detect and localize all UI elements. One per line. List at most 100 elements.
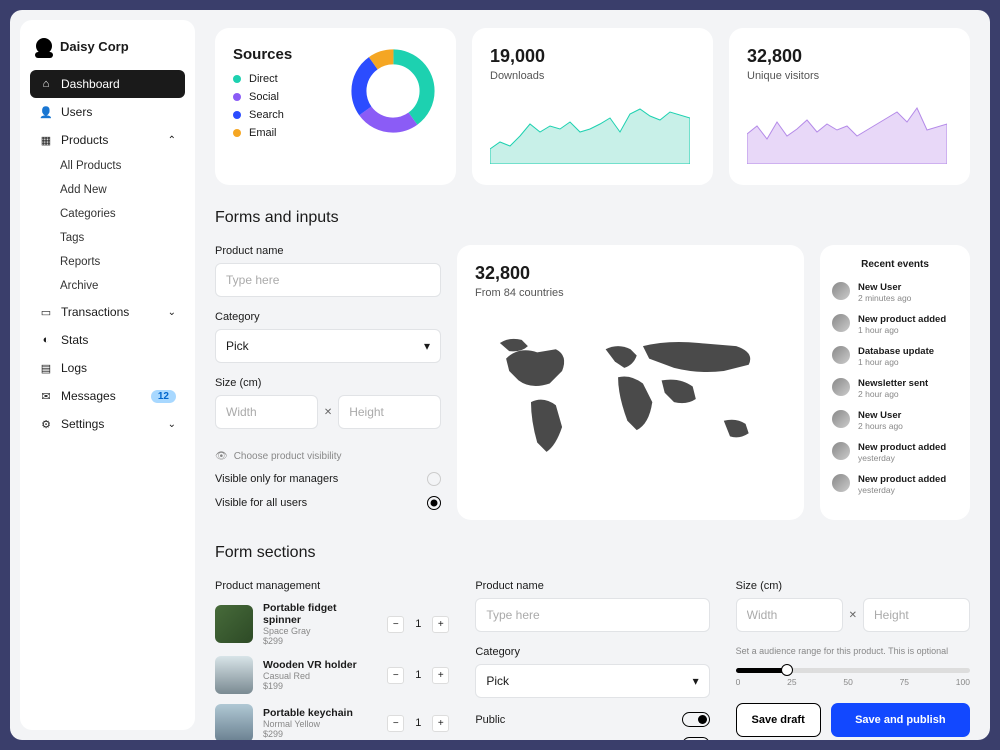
visibility-all-label: Visible for all users	[215, 497, 307, 509]
event-name: New product added	[858, 314, 958, 325]
visibility-managers-radio[interactable]	[427, 472, 441, 486]
product-management-label: Product management	[215, 580, 449, 592]
category-select-2[interactable]: Pick▾	[475, 664, 709, 698]
size-label-2: Size (cm)	[736, 580, 970, 592]
event-item[interactable]: New product added1 hour ago	[832, 314, 958, 335]
save-draft-button[interactable]: Save draft	[736, 703, 821, 737]
product-name-label-2: Product name	[475, 580, 709, 592]
qty-increment[interactable]: +	[432, 667, 449, 684]
sidebar-item-stats[interactable]: ◐ Stats	[30, 326, 185, 354]
qty-increment[interactable]: +	[432, 715, 449, 732]
qty-decrement[interactable]: −	[387, 667, 404, 684]
event-time: 1 hour ago	[858, 357, 958, 367]
product-name-label: Product name	[215, 245, 441, 257]
avatar	[832, 314, 850, 332]
brand-name: Daisy Corp	[60, 39, 129, 54]
product-name-input[interactable]	[215, 263, 441, 297]
legend-search: Search	[233, 109, 332, 121]
visibility-managers-label: Visible only for managers	[215, 473, 338, 485]
featured-toggle[interactable]	[682, 737, 710, 740]
event-time: 2 hours ago	[858, 421, 958, 431]
downloads-card: 19,000 Downloads	[472, 28, 713, 185]
form-column-2: Product name Category Pick▾ Public Featu…	[475, 580, 709, 740]
event-item[interactable]: New User2 hours ago	[832, 410, 958, 431]
product-name: Wooden VR holder	[263, 659, 377, 671]
qty-decrement[interactable]: −	[387, 715, 404, 732]
product-row: Portable keychainNormal Yellow$299−1+	[215, 704, 449, 740]
event-item[interactable]: New product addedyesterday	[832, 442, 958, 463]
messages-badge: 12	[151, 390, 176, 403]
map-label: From 84 countries	[475, 287, 786, 299]
visitors-label: Unique visitors	[747, 70, 952, 82]
visibility-all-radio[interactable]	[427, 496, 441, 510]
downloads-value: 19,000	[490, 46, 695, 67]
product-name: Portable fidget spinner	[263, 602, 377, 626]
sliders-icon: ⚙	[39, 417, 53, 431]
visitors-value: 32,800	[747, 46, 952, 67]
form-column-3: Size (cm) ✕ Set a audience range for thi…	[736, 580, 970, 740]
sidebar-sub-archive[interactable]: Archive	[30, 274, 185, 298]
publish-button[interactable]: Save and publish	[831, 703, 970, 737]
map-value: 32,800	[475, 263, 786, 284]
eye-icon: 👁	[215, 451, 228, 462]
product-image	[215, 605, 253, 643]
sidebar-item-messages[interactable]: ✉ Messages 12	[30, 382, 185, 410]
sidebar-sub-reports[interactable]: Reports	[30, 250, 185, 274]
height-input-2[interactable]	[863, 598, 970, 632]
chevron-down-icon: ⌄	[168, 307, 176, 318]
map-card: 32,800 From 84 countries	[457, 245, 804, 520]
sidebar-item-users[interactable]: 👤 Users	[30, 98, 185, 126]
qty-value: 1	[408, 618, 428, 630]
main-content: Sources Direct Social Search Email 19,00…	[195, 10, 990, 740]
product-price: $199	[263, 681, 377, 691]
events-title: Recent events	[832, 259, 958, 270]
event-item[interactable]: Database update1 hour ago	[832, 346, 958, 367]
width-input-2[interactable]	[736, 598, 843, 632]
sidebar-sub-add-new[interactable]: Add New	[30, 178, 185, 202]
event-item[interactable]: New product addedyesterday	[832, 474, 958, 495]
audience-slider[interactable]	[736, 668, 970, 673]
sidebar-item-settings[interactable]: ⚙ Settings ⌄	[30, 410, 185, 438]
legend-direct: Direct	[233, 73, 332, 85]
sidebar-item-logs[interactable]: ▤ Logs	[30, 354, 185, 382]
logo: Daisy Corp	[30, 34, 185, 58]
sidebar-item-transactions[interactable]: ▭ Transactions ⌄	[30, 298, 185, 326]
product-name: Portable keychain	[263, 707, 377, 719]
sidebar-item-dashboard[interactable]: ⌂ Dashboard	[30, 70, 185, 98]
avatar	[832, 410, 850, 428]
category-select[interactable]: Pick▾	[215, 329, 441, 363]
avatar	[832, 474, 850, 492]
form-sections-title: Form sections	[215, 544, 970, 562]
file-icon: ▤	[39, 361, 53, 375]
event-item[interactable]: Newsletter sent2 hour ago	[832, 378, 958, 399]
avatar	[832, 346, 850, 364]
sidebar-sub-categories[interactable]: Categories	[30, 202, 185, 226]
qty-increment[interactable]: +	[432, 616, 449, 633]
event-item[interactable]: New User2 minutes ago	[832, 282, 958, 303]
height-input[interactable]	[338, 395, 441, 429]
home-icon: ⌂	[39, 77, 53, 91]
legend-email: Email	[233, 127, 332, 139]
product-color: Casual Red	[263, 671, 377, 681]
grid-icon: ▦	[39, 133, 53, 147]
card-icon: ▭	[39, 305, 53, 319]
qty-value: 1	[408, 669, 428, 681]
event-time: yesterday	[858, 485, 958, 495]
width-input[interactable]	[215, 395, 318, 429]
forms-section-title: Forms and inputs	[215, 209, 970, 227]
chevron-down-icon: ⌄	[168, 419, 176, 430]
visitors-chart	[747, 94, 947, 164]
product-row: Portable fidget spinnerSpace Gray$299−1+	[215, 602, 449, 646]
times-icon: ✕	[324, 407, 332, 418]
event-name: New product added	[858, 442, 958, 453]
featured-label: Featured product	[475, 739, 559, 741]
legend-social: Social	[233, 91, 332, 103]
qty-decrement[interactable]: −	[387, 616, 404, 633]
sidebar-sub-all-products[interactable]: All Products	[30, 154, 185, 178]
sources-card: Sources Direct Social Search Email	[215, 28, 456, 185]
product-color: Normal Yellow	[263, 719, 377, 729]
product-name-input-2[interactable]	[475, 598, 709, 632]
public-toggle[interactable]	[682, 712, 710, 727]
sidebar-item-products[interactable]: ▦ Products ⌃	[30, 126, 185, 154]
sidebar-sub-tags[interactable]: Tags	[30, 226, 185, 250]
